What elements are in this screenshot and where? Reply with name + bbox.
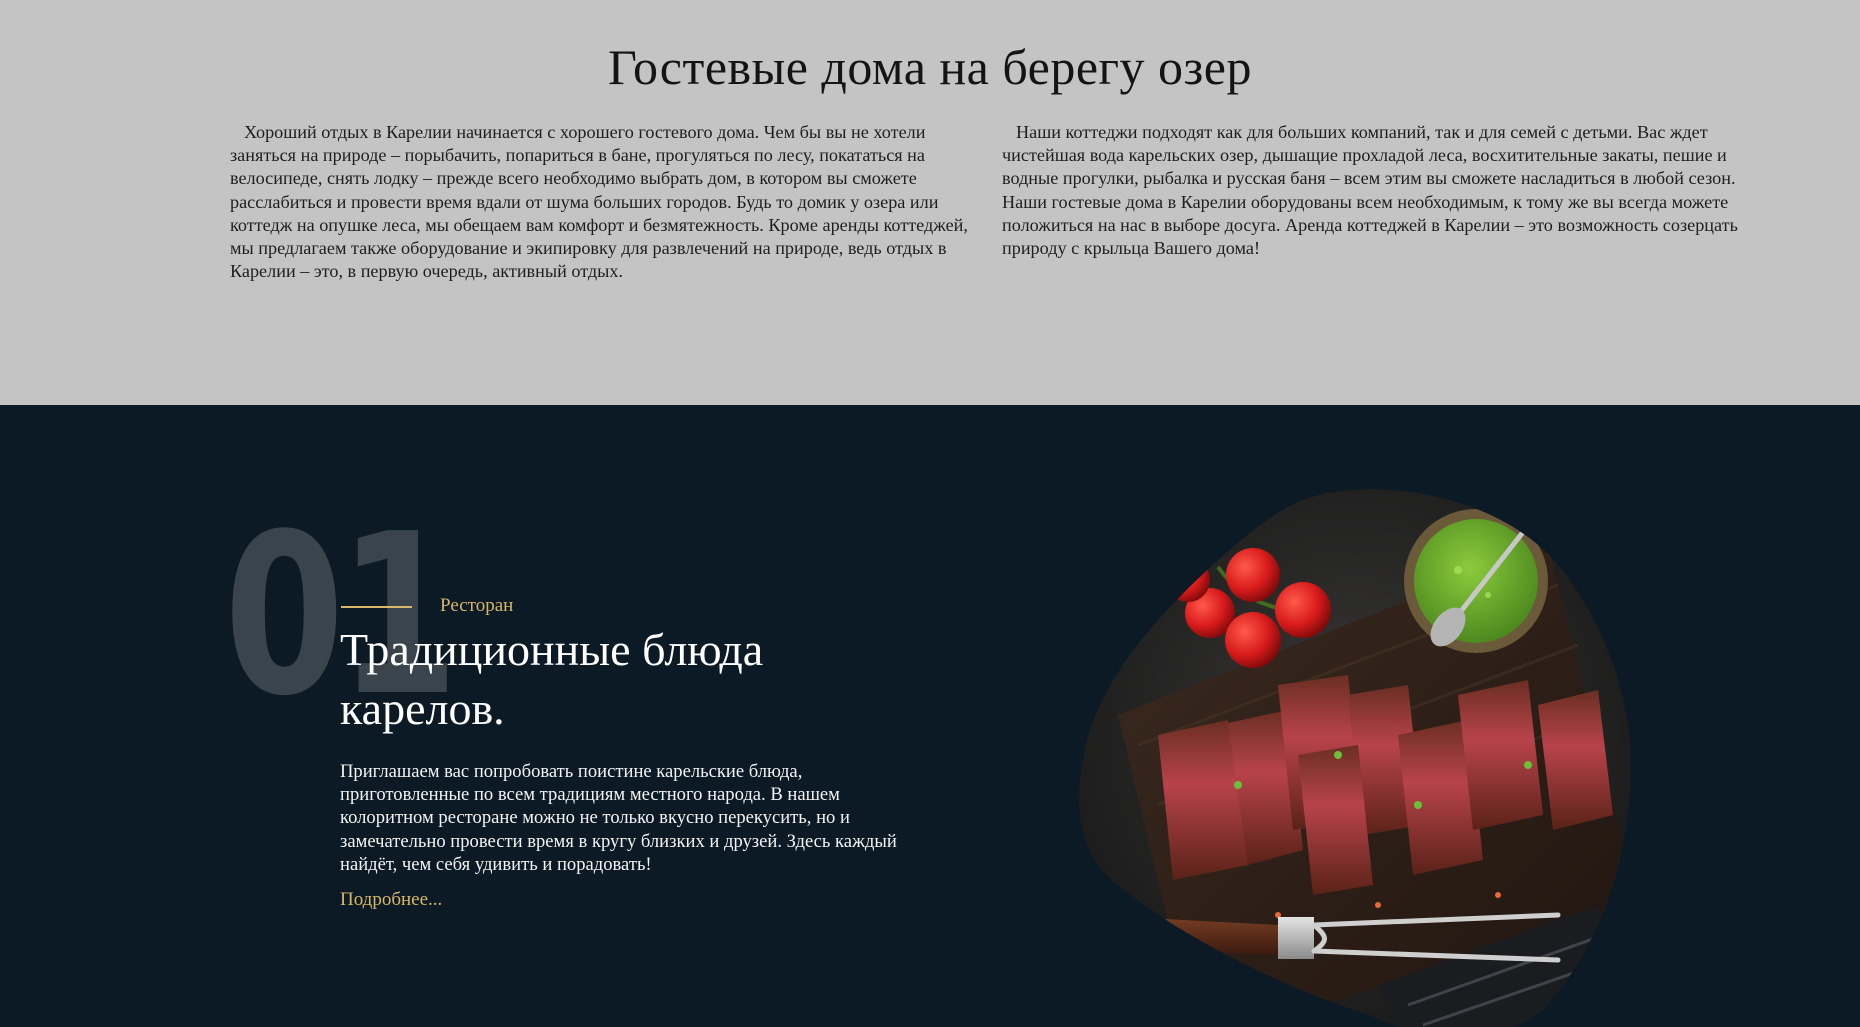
more-link[interactable]: Подробнее... [340, 889, 442, 911]
intro-paragraph-left: Хороший отдых в Карелии начинается с хор… [230, 122, 968, 282]
food-photo [1079, 489, 1630, 1027]
section-title: Гостевые дома на берегу озер [608, 39, 1252, 95]
feature-heading: Традиционные блюда карелов. [340, 624, 764, 734]
guesthouses-section: Гостевые дома на берегу озер Хороший отд… [0, 0, 1860, 405]
accent-line [341, 606, 412, 608]
category-label: Ресторан [440, 595, 514, 616]
restaurant-section: 01 Ресторан Традиционные блюда карелов. … [0, 405, 1860, 1027]
intro-paragraph-right: Наши коттеджи подходят как для больших к… [1002, 122, 1738, 259]
feature-description: Приглашаем вас попробовать поистине каре… [340, 761, 897, 875]
